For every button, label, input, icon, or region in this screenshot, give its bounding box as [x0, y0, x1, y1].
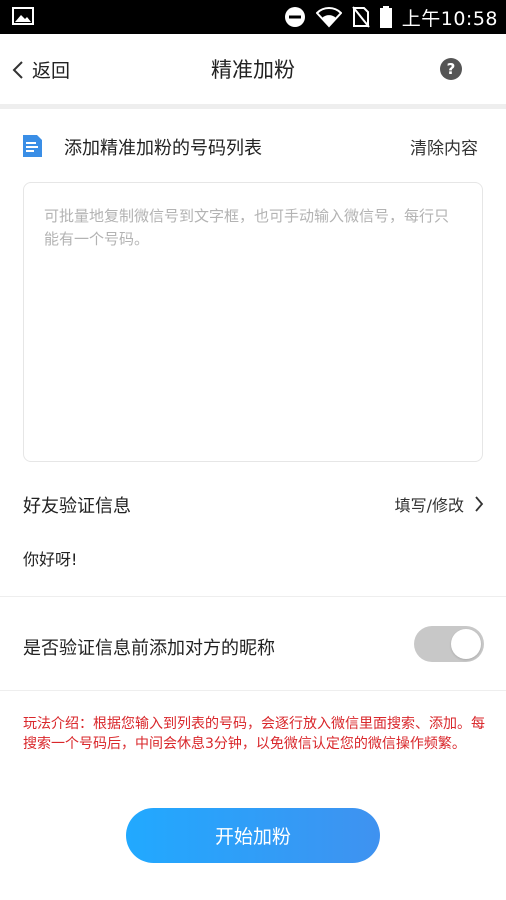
do-not-disturb-icon: [284, 7, 305, 27]
page-title: 精准加粉: [211, 58, 295, 82]
intro-text: 玩法介绍：根据您输入到列表的号码，会逐行放入微信里面搜索、添加。每搜索一个号码后…: [23, 716, 485, 752]
nav-divider: [0, 104, 506, 109]
battery-icon: [379, 6, 392, 28]
verify-edit-label: 填写/修改: [394, 496, 464, 515]
number-list-box: [23, 182, 483, 462]
section-divider: [0, 596, 506, 597]
nickname-toggle[interactable]: [414, 626, 484, 662]
number-list-header: 添加精准加粉的号码列表 清除内容: [0, 124, 506, 168]
nickname-option-row: 是否验证信息前添加对方的昵称: [0, 620, 506, 670]
toggle-knob: [451, 629, 481, 659]
number-list-input[interactable]: [44, 205, 462, 439]
document-icon: [23, 135, 42, 157]
verify-message: 你好呀!: [23, 550, 78, 569]
status-time: 上午10:58: [401, 7, 498, 30]
number-list-title: 添加精准加粉的号码列表: [64, 138, 262, 159]
verify-info-row: 好友验证信息 填写/修改: [0, 482, 506, 526]
wifi-icon: [315, 7, 342, 28]
top-nav-bar: 返回 精准加粉 ?: [0, 34, 506, 104]
start-button[interactable]: 开始加粉: [126, 808, 380, 863]
nickname-option-label: 是否验证信息前添加对方的昵称: [23, 638, 275, 659]
image-icon: [12, 7, 34, 25]
help-icon[interactable]: ?: [440, 58, 462, 80]
chevron-right-icon: [475, 496, 484, 512]
status-bar: 上午10:58: [0, 0, 506, 34]
verify-info-label: 好友验证信息: [23, 496, 131, 517]
section-divider: [0, 690, 506, 691]
clear-content-button[interactable]: 清除内容: [410, 134, 478, 159]
verify-edit-button[interactable]: 填写/修改: [395, 492, 484, 516]
no-sim-icon: [351, 6, 370, 28]
